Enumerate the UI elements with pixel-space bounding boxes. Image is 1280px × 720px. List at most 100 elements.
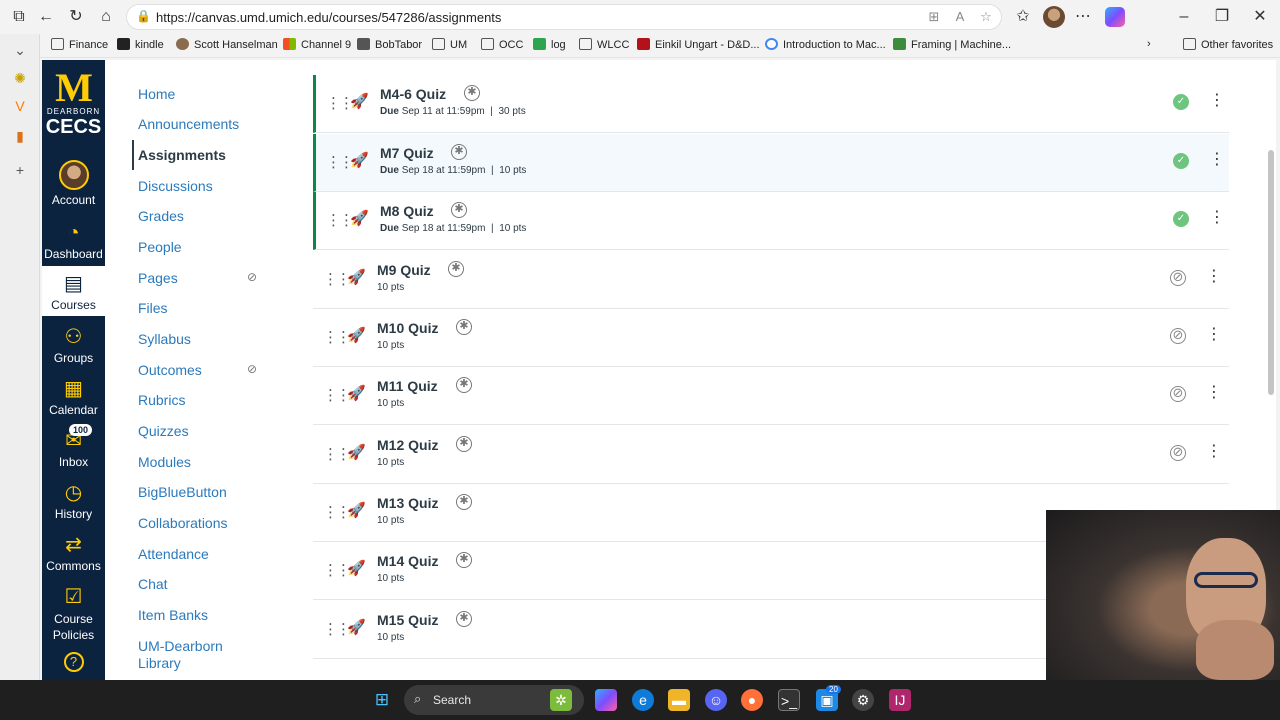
course-nav-modules[interactable]: Modules xyxy=(138,454,191,470)
assignment-title[interactable]: M8 Quiz xyxy=(380,203,434,219)
course-nav-library[interactable]: UM-Dearborn Library xyxy=(138,638,248,672)
chevron-right-icon[interactable]: › xyxy=(1147,38,1151,50)
fav-intro-mac[interactable]: Introduction to Mac... xyxy=(765,38,886,51)
course-nav-people[interactable]: People xyxy=(138,239,182,255)
read-aloud-icon[interactable]: A xyxy=(951,8,969,26)
assignment-row[interactable]: ⋮⋮ 🚀 M9 Quiz ✱ 10 pts ⊘ ⋮ xyxy=(313,251,1229,309)
global-nav-course-policies[interactable]: ☑ Course Policies xyxy=(42,586,105,643)
add-icon[interactable]: + xyxy=(10,160,30,180)
vivaldi-icon[interactable]: V xyxy=(10,96,30,116)
assignment-row[interactable]: ⋮⋮ 🚀 M12 Quiz ✱ 10 pts ⊘ ⋮ xyxy=(313,426,1229,484)
course-nav-quizzes[interactable]: Quizzes xyxy=(138,423,189,439)
drag-handle-icon[interactable]: ⋮⋮ xyxy=(326,94,354,112)
course-nav-grades[interactable]: Grades xyxy=(138,208,184,224)
drag-handle-icon[interactable]: ⋮⋮ xyxy=(323,503,351,521)
assignment-title[interactable]: M4-6 Quiz xyxy=(380,86,446,102)
restore-icon[interactable]: ❐ xyxy=(1212,7,1232,27)
drag-handle-icon[interactable]: ⋮⋮ xyxy=(323,386,351,404)
global-nav-inbox[interactable]: ✉ 100 Inbox xyxy=(42,424,105,469)
fav-log[interactable]: log xyxy=(533,38,566,51)
edge-icon[interactable]: e xyxy=(632,689,654,711)
fav-framing[interactable]: Framing | Machine... xyxy=(893,38,1011,51)
course-nav-item-banks[interactable]: Item Banks xyxy=(138,607,208,623)
fav-um[interactable]: UM xyxy=(432,38,467,51)
jetbrains-icon[interactable]: IJ xyxy=(889,689,911,711)
workspaces-icon[interactable]: ⧉ xyxy=(9,7,29,27)
firefox-icon[interactable]: ● xyxy=(741,689,763,711)
assignment-title[interactable]: M15 Quiz xyxy=(377,612,438,628)
global-nav-help[interactable]: ? xyxy=(42,652,105,675)
assignment-title[interactable]: M11 Quiz xyxy=(377,378,438,394)
course-nav-outcomes[interactable]: Outcomes xyxy=(138,362,202,378)
unpublished-icon[interactable]: ⊘ xyxy=(1170,445,1186,461)
widgets-icon[interactable]: ✲ xyxy=(550,689,572,711)
kebab-menu-icon[interactable]: ⋮ xyxy=(1209,209,1225,227)
unpublished-icon[interactable]: ⊘ xyxy=(1170,270,1186,286)
minimize-icon[interactable]: – xyxy=(1174,7,1194,27)
windows-start-icon[interactable]: ⊞ xyxy=(371,689,393,711)
global-nav-dashboard[interactable]: ◔ Dashboard xyxy=(42,222,105,261)
fav-bobtabor[interactable]: BobTabor xyxy=(357,38,422,51)
course-nav-chat[interactable]: Chat xyxy=(138,576,168,592)
assignment-row[interactable]: ⋮⋮ 🚀 M10 Quiz ✱ 10 pts ⊘ ⋮ xyxy=(313,309,1229,367)
course-nav-discussions[interactable]: Discussions xyxy=(138,178,213,194)
unpublished-icon[interactable]: ⊘ xyxy=(1170,328,1186,344)
kebab-menu-icon[interactable]: ⋮ xyxy=(1206,384,1222,402)
course-nav-home[interactable]: Home xyxy=(138,86,175,102)
global-nav-account[interactable]: Account xyxy=(42,160,105,207)
course-nav-files[interactable]: Files xyxy=(138,300,168,316)
profile-avatar[interactable] xyxy=(1043,6,1065,28)
assignment-title[interactable]: M12 Quiz xyxy=(377,437,438,453)
fav-occ[interactable]: OCC xyxy=(481,38,523,51)
global-nav-history[interactable]: ◷ History xyxy=(42,482,105,521)
fav-other[interactable]: Other favorites xyxy=(1183,38,1273,51)
fav-scott-hanselman[interactable]: Scott Hanselman xyxy=(176,38,278,51)
refresh-icon[interactable]: ↻ xyxy=(66,7,86,27)
back-icon[interactable]: ← xyxy=(36,7,56,27)
favorites-icon[interactable]: ✩ xyxy=(1013,7,1033,27)
kebab-menu-icon[interactable]: ⋮ xyxy=(1206,268,1222,286)
favorite-star-icon[interactable]: ☆ xyxy=(977,8,995,26)
assignment-title[interactable]: M13 Quiz xyxy=(377,495,438,511)
kebab-menu-icon[interactable]: ⋮ xyxy=(1209,92,1225,110)
sun-icon[interactable]: ✺ xyxy=(10,68,30,88)
drag-handle-icon[interactable]: ⋮⋮ xyxy=(323,620,351,638)
published-check-icon[interactable]: ✓ xyxy=(1173,153,1189,169)
assignment-row[interactable]: ⋮⋮ 🚀 M7 Quiz ✱ Due Sep 18 at 11:59pm | 1… xyxy=(313,134,1229,192)
assignment-row[interactable]: ⋮⋮ 🚀 M13 Quiz ✱ 10 pts xyxy=(313,484,1046,542)
unpublished-icon[interactable]: ⊘ xyxy=(1170,386,1186,402)
assignment-row[interactable]: ⋮⋮ 🚀 M4-6 Quiz ✱ Due Sep 11 at 11:59pm |… xyxy=(313,75,1229,133)
copilot-taskbar-icon[interactable] xyxy=(595,689,617,711)
fav-kindle[interactable]: kindle xyxy=(117,38,164,51)
assignment-title[interactable]: M14 Quiz xyxy=(377,553,438,569)
drag-handle-icon[interactable]: ⋮⋮ xyxy=(323,561,351,579)
discord-icon[interactable]: ☺ xyxy=(705,689,727,711)
global-nav-groups[interactable]: ⚇ Groups xyxy=(42,326,105,365)
copilot-icon[interactable] xyxy=(1105,7,1125,27)
office-icon[interactable]: ▮ xyxy=(10,126,30,146)
fav-channel-9[interactable]: Channel 9 xyxy=(283,38,351,51)
kebab-menu-icon[interactable]: ⋮ xyxy=(1206,326,1222,344)
assignment-title[interactable]: M10 Quiz xyxy=(377,320,438,336)
chevron-down-icon[interactable]: ⌄ xyxy=(10,40,30,60)
drag-handle-icon[interactable]: ⋮⋮ xyxy=(326,211,354,229)
course-nav-rubrics[interactable]: Rubrics xyxy=(138,392,185,408)
assignment-row[interactable]: ⋮⋮ 🚀 M11 Quiz ✱ 10 pts ⊘ ⋮ xyxy=(313,367,1229,425)
published-check-icon[interactable]: ✓ xyxy=(1173,94,1189,110)
more-icon[interactable]: ⋯ xyxy=(1073,7,1093,27)
assignment-title[interactable]: M9 Quiz xyxy=(377,262,431,278)
settings-gear-icon[interactable]: ⚙ xyxy=(852,689,874,711)
course-nav-attendance[interactable]: Attendance xyxy=(138,546,209,562)
course-nav-bigbluebutton[interactable]: BigBlueButton xyxy=(138,484,227,500)
assignment-title[interactable]: M7 Quiz xyxy=(380,145,434,161)
fav-finance[interactable]: Finance xyxy=(51,38,108,51)
course-nav-assignments[interactable]: Assignments xyxy=(138,147,226,163)
course-nav-pages[interactable]: Pages xyxy=(138,270,178,286)
kebab-menu-icon[interactable]: ⋮ xyxy=(1206,443,1222,461)
assignment-row[interactable]: ⋮⋮ 🚀 M14 Quiz ✱ 10 pts xyxy=(313,542,1046,600)
drag-handle-icon[interactable]: ⋮⋮ xyxy=(323,328,351,346)
home-icon[interactable]: ⌂ xyxy=(96,7,116,27)
file-explorer-icon[interactable]: ▬ xyxy=(668,689,690,711)
kebab-menu-icon[interactable]: ⋮ xyxy=(1209,151,1225,169)
drag-handle-icon[interactable]: ⋮⋮ xyxy=(323,445,351,463)
